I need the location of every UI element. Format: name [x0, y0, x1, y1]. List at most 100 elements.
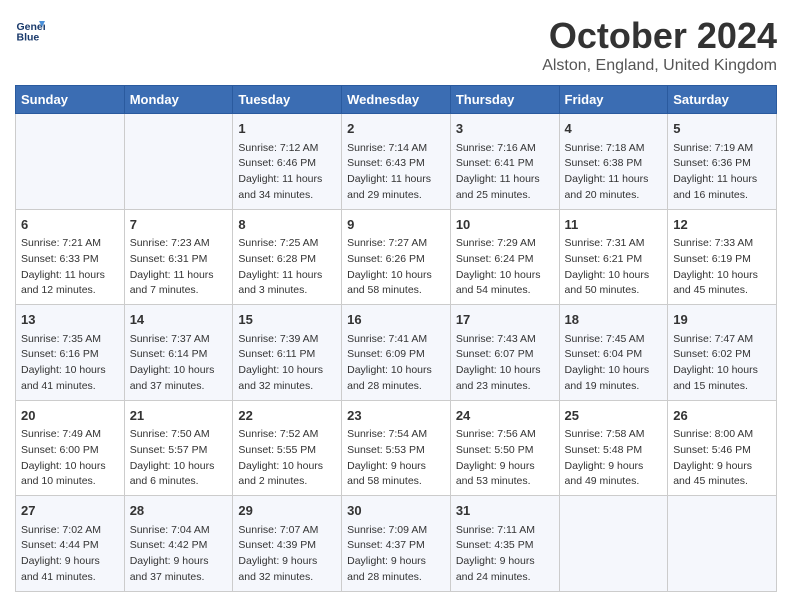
day-number: 15: [238, 310, 336, 330]
calendar-cell: 20Sunrise: 7:49 AMSunset: 6:00 PMDayligh…: [16, 400, 125, 496]
calendar-cell: 2Sunrise: 7:14 AMSunset: 6:43 PMDaylight…: [342, 114, 451, 210]
calendar-cell: 8Sunrise: 7:25 AMSunset: 6:28 PMDaylight…: [233, 209, 342, 305]
day-info: Sunrise: 7:18 AMSunset: 6:38 PMDaylight:…: [565, 141, 663, 204]
page-header: General Blue October 2024 Alston, Englan…: [15, 15, 777, 75]
day-number: 10: [456, 215, 554, 235]
weekday-header-wednesday: Wednesday: [342, 86, 451, 114]
calendar-cell: 23Sunrise: 7:54 AMSunset: 5:53 PMDayligh…: [342, 400, 451, 496]
day-number: 28: [130, 501, 228, 521]
weekday-header-sunday: Sunday: [16, 86, 125, 114]
day-info: Sunrise: 7:56 AMSunset: 5:50 PMDaylight:…: [456, 427, 554, 490]
calendar-cell: 11Sunrise: 7:31 AMSunset: 6:21 PMDayligh…: [559, 209, 668, 305]
day-number: 4: [565, 119, 663, 139]
location: Alston, England, United Kingdom: [542, 57, 777, 75]
weekday-header-saturday: Saturday: [668, 86, 777, 114]
calendar-cell: 27Sunrise: 7:02 AMSunset: 4:44 PMDayligh…: [16, 496, 125, 592]
day-info: Sunrise: 7:49 AMSunset: 6:00 PMDaylight:…: [21, 427, 119, 490]
day-number: 25: [565, 406, 663, 426]
day-number: 11: [565, 215, 663, 235]
calendar-cell: [16, 114, 125, 210]
calendar-cell: 7Sunrise: 7:23 AMSunset: 6:31 PMDaylight…: [124, 209, 233, 305]
calendar-cell: 24Sunrise: 7:56 AMSunset: 5:50 PMDayligh…: [450, 400, 559, 496]
weekday-header-friday: Friday: [559, 86, 668, 114]
weekday-header-thursday: Thursday: [450, 86, 559, 114]
calendar-cell: 21Sunrise: 7:50 AMSunset: 5:57 PMDayligh…: [124, 400, 233, 496]
day-info: Sunrise: 7:58 AMSunset: 5:48 PMDaylight:…: [565, 427, 663, 490]
weekday-header-tuesday: Tuesday: [233, 86, 342, 114]
calendar-cell: 10Sunrise: 7:29 AMSunset: 6:24 PMDayligh…: [450, 209, 559, 305]
calendar-cell: 16Sunrise: 7:41 AMSunset: 6:09 PMDayligh…: [342, 305, 451, 401]
day-info: Sunrise: 7:52 AMSunset: 5:55 PMDaylight:…: [238, 427, 336, 490]
calendar-cell: 6Sunrise: 7:21 AMSunset: 6:33 PMDaylight…: [16, 209, 125, 305]
day-number: 31: [456, 501, 554, 521]
calendar-cell: 4Sunrise: 7:18 AMSunset: 6:38 PMDaylight…: [559, 114, 668, 210]
day-number: 20: [21, 406, 119, 426]
calendar-cell: [124, 114, 233, 210]
day-info: Sunrise: 7:31 AMSunset: 6:21 PMDaylight:…: [565, 236, 663, 299]
calendar-cell: 1Sunrise: 7:12 AMSunset: 6:46 PMDaylight…: [233, 114, 342, 210]
day-number: 14: [130, 310, 228, 330]
calendar-cell: 22Sunrise: 7:52 AMSunset: 5:55 PMDayligh…: [233, 400, 342, 496]
day-info: Sunrise: 7:07 AMSunset: 4:39 PMDaylight:…: [238, 523, 336, 586]
day-number: 26: [673, 406, 771, 426]
weekday-header-row: SundayMondayTuesdayWednesdayThursdayFrid…: [16, 86, 777, 114]
day-info: Sunrise: 7:33 AMSunset: 6:19 PMDaylight:…: [673, 236, 771, 299]
day-number: 8: [238, 215, 336, 235]
day-number: 19: [673, 310, 771, 330]
day-info: Sunrise: 7:21 AMSunset: 6:33 PMDaylight:…: [21, 236, 119, 299]
day-info: Sunrise: 7:09 AMSunset: 4:37 PMDaylight:…: [347, 523, 445, 586]
day-number: 16: [347, 310, 445, 330]
svg-text:Blue: Blue: [17, 32, 40, 44]
day-info: Sunrise: 7:50 AMSunset: 5:57 PMDaylight:…: [130, 427, 228, 490]
day-number: 27: [21, 501, 119, 521]
day-number: 5: [673, 119, 771, 139]
day-number: 24: [456, 406, 554, 426]
day-number: 17: [456, 310, 554, 330]
day-info: Sunrise: 7:12 AMSunset: 6:46 PMDaylight:…: [238, 141, 336, 204]
calendar-cell: [559, 496, 668, 592]
logo-icon: General Blue: [15, 15, 45, 45]
week-row-1: 1Sunrise: 7:12 AMSunset: 6:46 PMDaylight…: [16, 114, 777, 210]
day-info: Sunrise: 7:37 AMSunset: 6:14 PMDaylight:…: [130, 332, 228, 395]
calendar-table: SundayMondayTuesdayWednesdayThursdayFrid…: [15, 85, 777, 592]
day-number: 23: [347, 406, 445, 426]
day-number: 18: [565, 310, 663, 330]
day-info: Sunrise: 7:54 AMSunset: 5:53 PMDaylight:…: [347, 427, 445, 490]
calendar-cell: 26Sunrise: 8:00 AMSunset: 5:46 PMDayligh…: [668, 400, 777, 496]
day-number: 21: [130, 406, 228, 426]
day-number: 12: [673, 215, 771, 235]
month-title: October 2024: [542, 15, 777, 57]
calendar-cell: 31Sunrise: 7:11 AMSunset: 4:35 PMDayligh…: [450, 496, 559, 592]
day-info: Sunrise: 7:39 AMSunset: 6:11 PMDaylight:…: [238, 332, 336, 395]
logo: General Blue: [15, 15, 45, 45]
day-info: Sunrise: 7:16 AMSunset: 6:41 PMDaylight:…: [456, 141, 554, 204]
day-info: Sunrise: 7:19 AMSunset: 6:36 PMDaylight:…: [673, 141, 771, 204]
calendar-cell: 13Sunrise: 7:35 AMSunset: 6:16 PMDayligh…: [16, 305, 125, 401]
calendar-cell: 19Sunrise: 7:47 AMSunset: 6:02 PMDayligh…: [668, 305, 777, 401]
day-number: 30: [347, 501, 445, 521]
day-info: Sunrise: 7:29 AMSunset: 6:24 PMDaylight:…: [456, 236, 554, 299]
calendar-cell: 5Sunrise: 7:19 AMSunset: 6:36 PMDaylight…: [668, 114, 777, 210]
calendar-cell: 3Sunrise: 7:16 AMSunset: 6:41 PMDaylight…: [450, 114, 559, 210]
calendar-cell: 12Sunrise: 7:33 AMSunset: 6:19 PMDayligh…: [668, 209, 777, 305]
day-number: 3: [456, 119, 554, 139]
calendar-cell: 17Sunrise: 7:43 AMSunset: 6:07 PMDayligh…: [450, 305, 559, 401]
day-number: 9: [347, 215, 445, 235]
day-info: Sunrise: 7:43 AMSunset: 6:07 PMDaylight:…: [456, 332, 554, 395]
day-info: Sunrise: 7:11 AMSunset: 4:35 PMDaylight:…: [456, 523, 554, 586]
week-row-4: 20Sunrise: 7:49 AMSunset: 6:00 PMDayligh…: [16, 400, 777, 496]
day-info: Sunrise: 7:04 AMSunset: 4:42 PMDaylight:…: [130, 523, 228, 586]
title-section: October 2024 Alston, England, United Kin…: [542, 15, 777, 75]
calendar-cell: 25Sunrise: 7:58 AMSunset: 5:48 PMDayligh…: [559, 400, 668, 496]
calendar-cell: 18Sunrise: 7:45 AMSunset: 6:04 PMDayligh…: [559, 305, 668, 401]
day-info: Sunrise: 7:02 AMSunset: 4:44 PMDaylight:…: [21, 523, 119, 586]
calendar-cell: 29Sunrise: 7:07 AMSunset: 4:39 PMDayligh…: [233, 496, 342, 592]
day-number: 1: [238, 119, 336, 139]
day-number: 22: [238, 406, 336, 426]
week-row-3: 13Sunrise: 7:35 AMSunset: 6:16 PMDayligh…: [16, 305, 777, 401]
day-number: 29: [238, 501, 336, 521]
day-number: 2: [347, 119, 445, 139]
week-row-5: 27Sunrise: 7:02 AMSunset: 4:44 PMDayligh…: [16, 496, 777, 592]
day-info: Sunrise: 7:27 AMSunset: 6:26 PMDaylight:…: [347, 236, 445, 299]
day-number: 6: [21, 215, 119, 235]
